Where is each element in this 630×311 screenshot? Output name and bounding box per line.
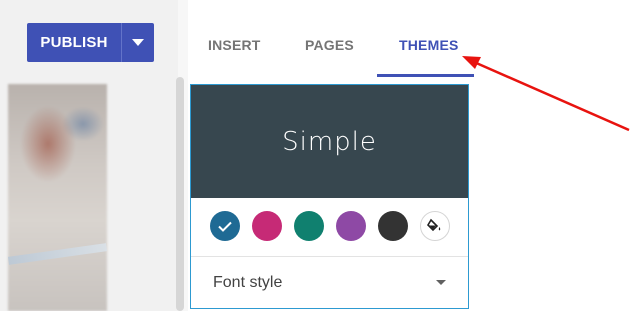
paint-bucket-icon (427, 218, 441, 232)
color-swatch-blue[interactable] (210, 211, 240, 241)
side-panel-tabs: INSERT PAGES THEMES (188, 0, 475, 77)
tab-themes[interactable]: THEMES (399, 37, 459, 53)
custom-color-button[interactable] (420, 211, 450, 241)
caret-down-icon (436, 280, 446, 285)
tab-pages[interactable]: PAGES (305, 37, 354, 53)
theme-card-simple[interactable]: Simple Font style (190, 84, 469, 309)
publish-dropdown-button[interactable] (122, 23, 154, 62)
color-swatches (210, 211, 450, 242)
color-swatch-purple[interactable] (336, 211, 366, 241)
page-preview-image (8, 84, 107, 311)
editor-canvas-area: PUBLISH (0, 0, 178, 311)
check-icon (218, 221, 232, 232)
publish-button-group: PUBLISH (27, 23, 154, 62)
publish-button[interactable]: PUBLISH (27, 23, 121, 62)
tab-insert[interactable]: INSERT (208, 37, 261, 53)
caret-down-icon (132, 39, 144, 46)
color-swatch-black[interactable] (378, 211, 408, 241)
panel-scrollbar-thumb[interactable] (176, 77, 184, 311)
theme-name: Simple (191, 85, 468, 198)
font-style-dropdown[interactable]: Font style (191, 257, 468, 308)
active-tab-indicator (377, 74, 474, 77)
color-swatch-pink[interactable] (252, 211, 282, 241)
font-style-label: Font style (213, 274, 283, 291)
color-swatch-green[interactable] (294, 211, 324, 241)
